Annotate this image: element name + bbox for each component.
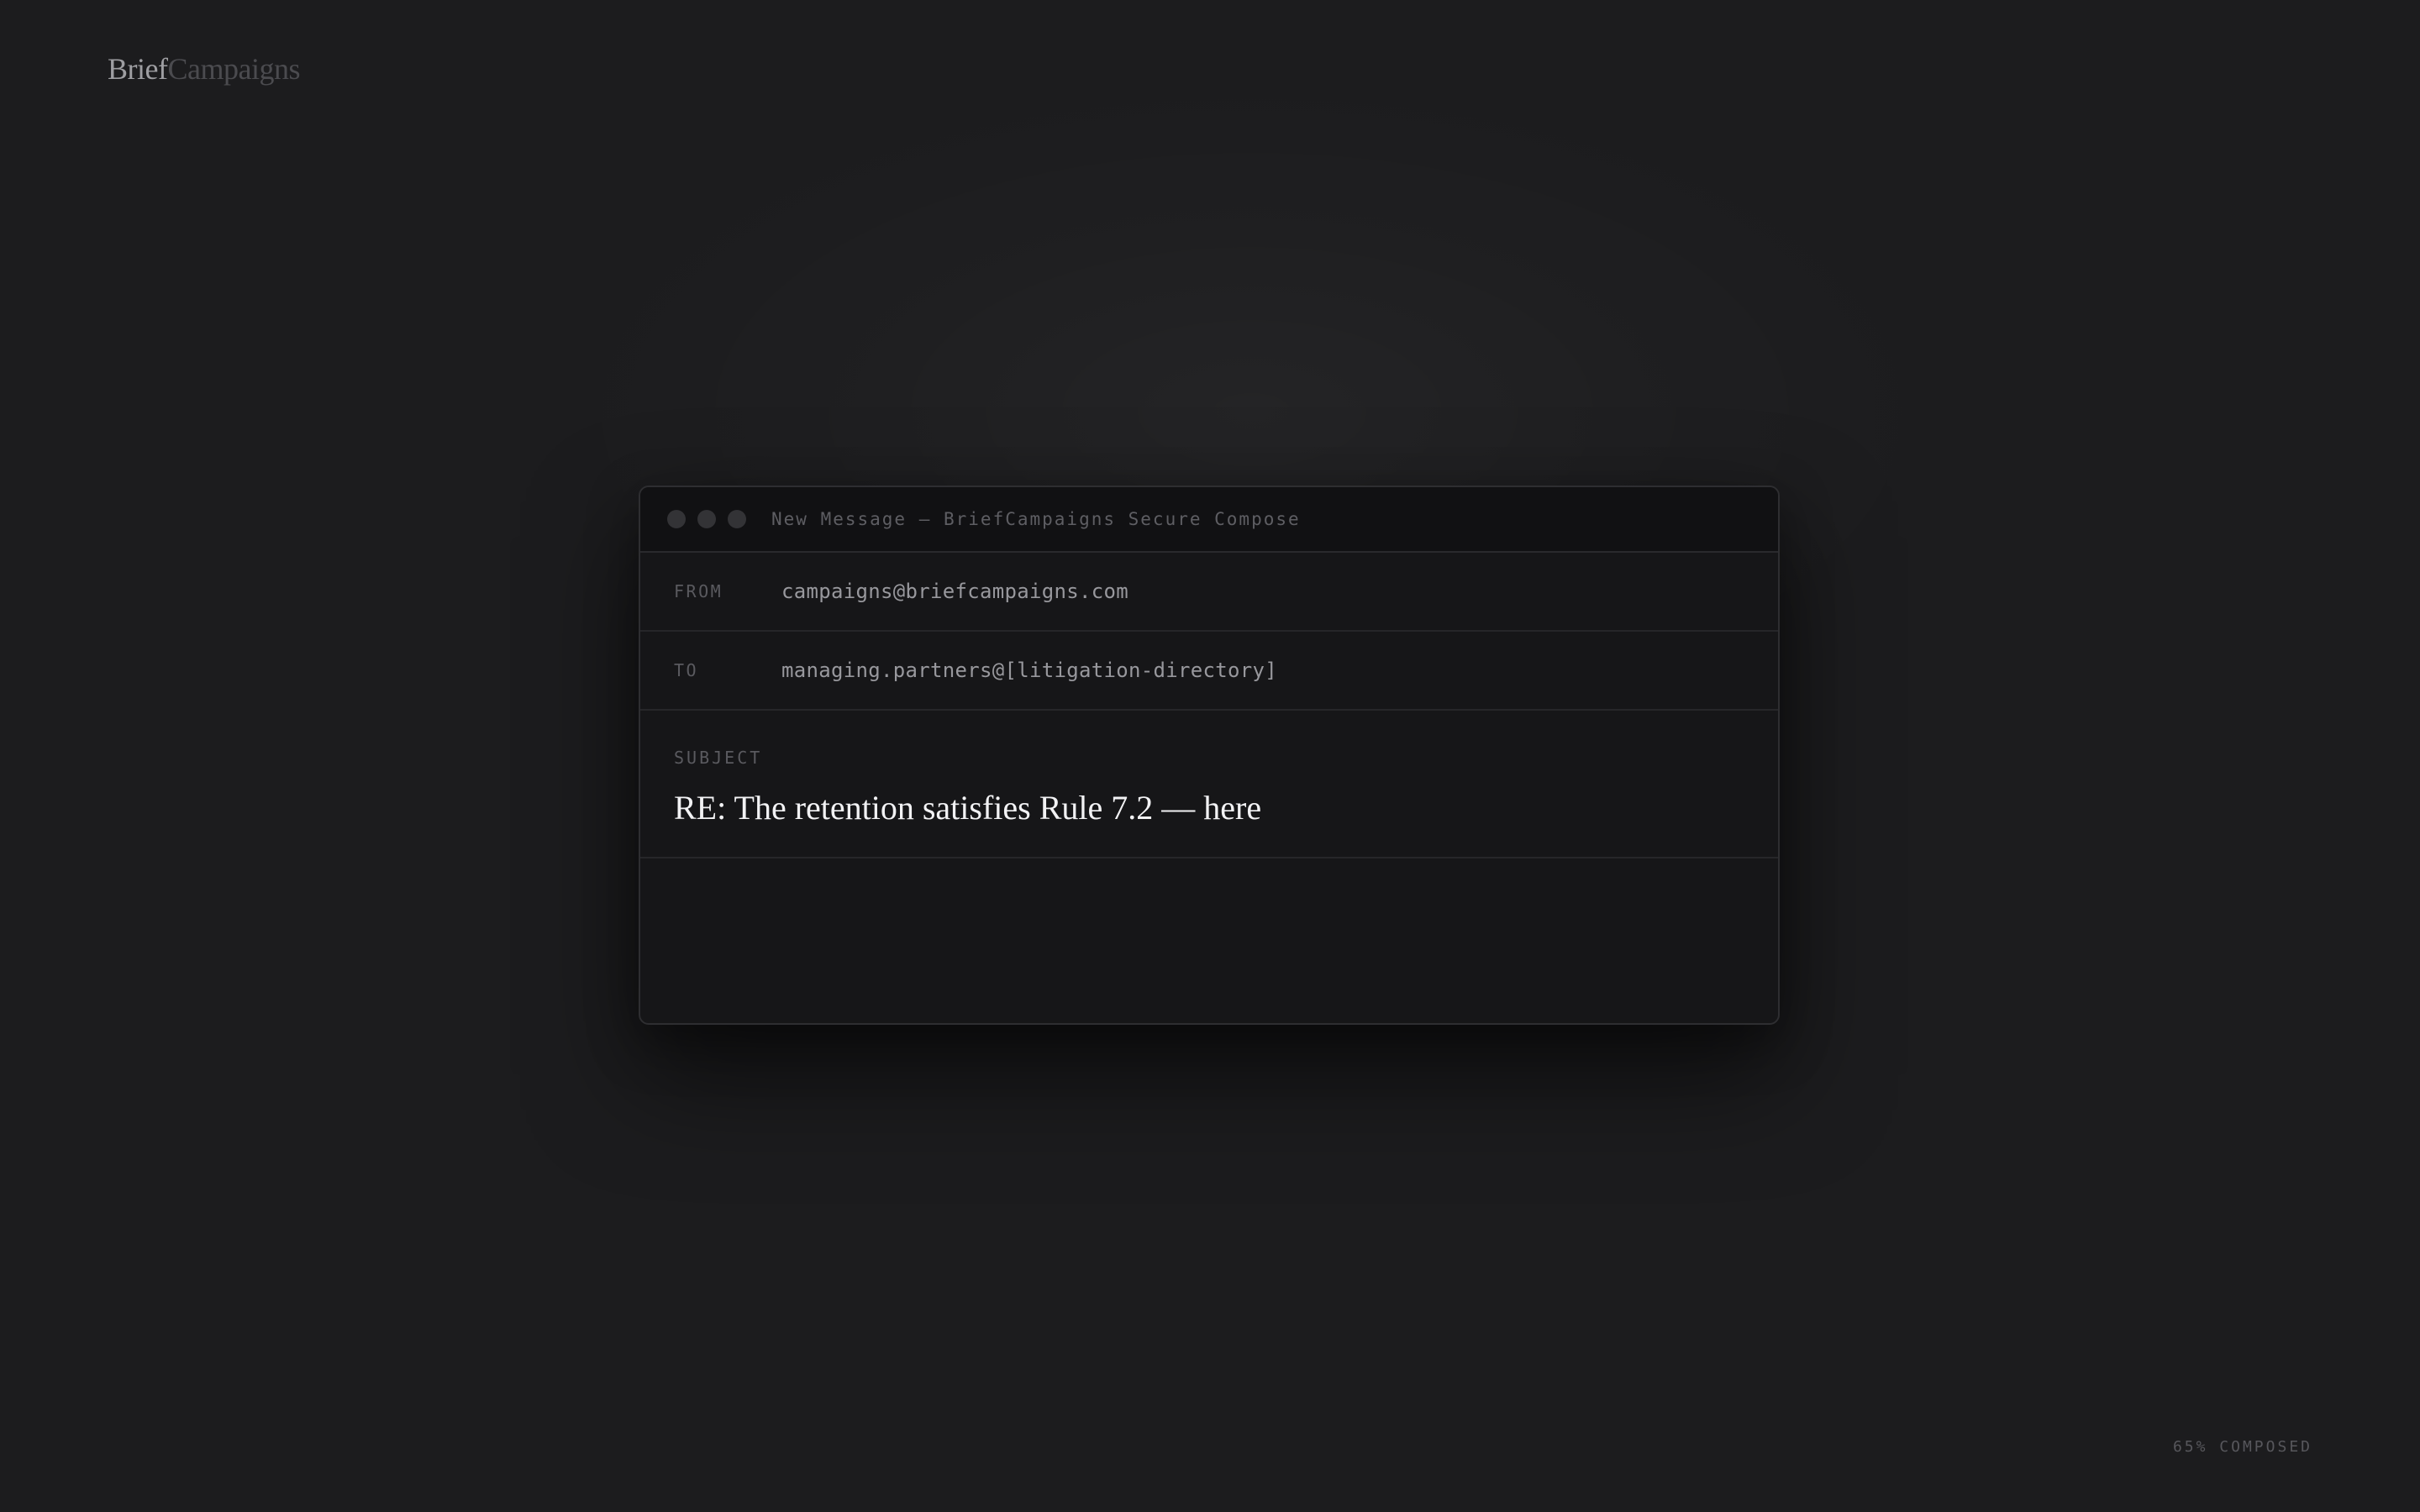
to-label: TO <box>674 660 699 680</box>
from-label: FROM <box>674 581 723 601</box>
from-row: FROM campaigns@briefcampaigns.com <box>640 553 1778 632</box>
logo-secondary-text: Campaigns <box>167 52 300 86</box>
subject-label: SUBJECT <box>674 748 763 768</box>
logo-primary-text: Brief <box>108 52 168 86</box>
subject-field[interactable]: RE: The retention satisfies Rule 7.2 — h… <box>674 788 1778 828</box>
window-titlebar: New Message — BriefCampaigns Secure Comp… <box>640 487 1778 553</box>
brand-logo[interactable]: BriefCampaigns <box>108 49 300 89</box>
subject-section: SUBJECT RE: The retention satisfies Rule… <box>640 711 1778 858</box>
from-field[interactable]: campaigns@briefcampaigns.com <box>781 580 1128 603</box>
compose-window: New Message — BriefCampaigns Secure Comp… <box>639 486 1780 1025</box>
composition-progress-status: 65% COMPOSED <box>2172 1438 2312 1456</box>
to-row: TO managing.partners@[litigation-directo… <box>640 632 1778 711</box>
to-field[interactable]: managing.partners@[litigation-directory] <box>781 659 1277 682</box>
minimize-dot-icon[interactable] <box>697 510 716 528</box>
window-title: New Message — BriefCampaigns Secure Comp… <box>771 509 1301 529</box>
maximize-dot-icon[interactable] <box>728 510 746 528</box>
close-dot-icon[interactable] <box>667 510 686 528</box>
message-body-area[interactable] <box>640 858 1778 1023</box>
